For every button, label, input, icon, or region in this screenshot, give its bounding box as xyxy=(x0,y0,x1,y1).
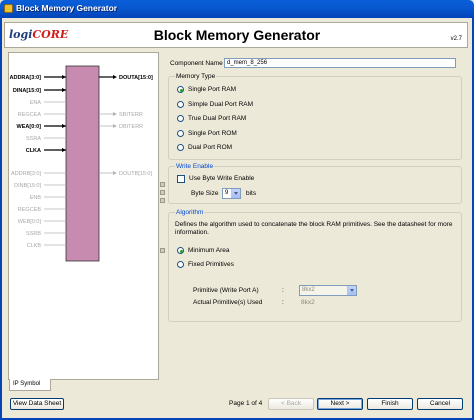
pin-arrow xyxy=(113,171,117,175)
pin-label: WEB[0:0] xyxy=(18,219,42,225)
radio-label[interactable]: Simple Dual Port RAM xyxy=(188,101,253,108)
pin-label: REGCEB xyxy=(18,207,42,213)
radio-dual-port-rom[interactable] xyxy=(177,144,184,151)
next-button[interactable]: Next > xyxy=(317,398,363,410)
radio-minimum-area[interactable] xyxy=(177,247,184,254)
write-enable-title: Write Enable xyxy=(175,163,215,170)
radio-single-port-ram[interactable] xyxy=(177,86,184,93)
radio-label[interactable]: Fixed Primitives xyxy=(188,261,234,268)
radio-label[interactable]: True Dual Port RAM xyxy=(188,115,246,122)
pin-label: ENB xyxy=(30,195,42,201)
pin-label: ADDRB[3:0] xyxy=(11,171,41,177)
pin-label: DINA[15:0] xyxy=(13,88,41,94)
colon-text: : xyxy=(282,299,284,306)
colon-text: : xyxy=(282,287,284,294)
component-name-input[interactable]: d_mem_8_256 xyxy=(224,58,456,68)
footer-bar: View Data Sheet Page 1 of 4 < Back Next … xyxy=(4,398,470,412)
component-name-label: Component Name xyxy=(170,60,223,67)
pin-arrow xyxy=(62,148,66,152)
back-button[interactable]: < Back xyxy=(268,398,314,410)
pin-label: SSRA xyxy=(26,136,41,142)
page-indicator: Page 1 of 4 xyxy=(229,400,263,407)
view-data-sheet-button[interactable]: View Data Sheet xyxy=(10,398,64,410)
pin-label: DBITERR xyxy=(119,124,143,130)
algorithm-description: Defines the algorithm used to concatenat… xyxy=(175,221,453,236)
pin-label: DOUTA[15:0] xyxy=(119,75,153,81)
pin-arrow xyxy=(113,75,117,79)
radio-label[interactable]: Single Port ROM xyxy=(188,130,237,137)
title-bar: Block Memory Generator xyxy=(0,0,474,18)
pin-arrow xyxy=(62,124,66,128)
radio-single-port-rom[interactable] xyxy=(177,129,184,137)
version-label: v2.7 xyxy=(450,36,462,42)
memory-type-title: Memory Type xyxy=(175,73,217,80)
byte-size-value: 9 xyxy=(225,190,229,196)
splitter-grip[interactable] xyxy=(160,182,165,187)
splitter-grip[interactable] xyxy=(160,248,165,253)
byte-size-label: Byte Size xyxy=(191,190,219,197)
finish-button[interactable]: Finish xyxy=(367,398,413,410)
bits-label: bits xyxy=(246,190,257,197)
actual-primitive-label: Actual Primitive(s) Used xyxy=(193,299,263,306)
page-title: Block Memory Generator xyxy=(153,27,321,43)
primitive-select[interactable]: 8kx2 xyxy=(299,285,357,296)
ip-symbol-pane: ADDRA[3:0] DINA[15:0] ENA REGCEA WEA[0:0] SSR… xyxy=(8,52,159,380)
radio-true-dual-port-ram[interactable] xyxy=(177,115,184,122)
radio-label[interactable]: Minimum Area xyxy=(188,247,230,254)
pin-label: SSRB xyxy=(26,231,41,237)
primitive-label: Primitive (Write Port A) xyxy=(193,287,259,294)
byte-write-checkbox[interactable] xyxy=(177,175,185,183)
primitive-value: 8kx2 xyxy=(302,287,315,293)
memory-block xyxy=(65,65,100,262)
pin-arrow xyxy=(113,112,117,116)
window-title: Block Memory Generator xyxy=(16,3,118,13)
write-enable-group: Write Enable Use Byte Write Enable Byte … xyxy=(168,163,462,204)
cancel-button[interactable]: Cancel xyxy=(417,398,463,410)
radio-label[interactable]: Dual Port ROM xyxy=(188,144,232,151)
chevron-down-icon[interactable] xyxy=(347,286,356,295)
pin-label: SBITERR xyxy=(119,112,143,118)
algorithm-group: Algorithm Defines the algorithm used to … xyxy=(168,209,462,322)
pin-label: WEA[0:0] xyxy=(17,124,42,130)
header-banner: logiCORE Block Memory Generator v2.7 xyxy=(4,22,468,48)
ip-symbol-diagram: ADDRA[3:0] DINA[15:0] ENA REGCEA WEA[0:0] SSR… xyxy=(10,65,153,262)
pin-label: REGCEA xyxy=(18,112,42,118)
pane-splitter[interactable] xyxy=(160,52,166,380)
radio-simple-dual-port-ram[interactable] xyxy=(177,100,184,108)
pin-arrow xyxy=(62,75,66,79)
pin-label: DINB[15:0] xyxy=(14,183,41,189)
splitter-grip[interactable] xyxy=(160,198,165,203)
radio-fixed-primitives[interactable] xyxy=(177,261,184,268)
radio-label[interactable]: Single Port RAM xyxy=(188,86,236,93)
byte-size-select[interactable]: 9 xyxy=(222,188,241,199)
memory-type-group: Memory Type Single Port RAM Simple Dual P… xyxy=(168,73,462,160)
pin-arrow xyxy=(62,88,66,92)
actual-primitive-value: 8kx2 xyxy=(301,299,315,306)
pin-label: ENA xyxy=(30,100,42,106)
pin-label: CLKA xyxy=(26,148,41,154)
algorithm-title: Algorithm xyxy=(175,209,205,216)
pin-label: ADDRA[3:0] xyxy=(10,75,42,81)
chevron-down-icon[interactable] xyxy=(231,189,240,198)
settings-panel: Component Name d_mem_8_256 Memory Type S… xyxy=(168,52,464,398)
byte-write-label: Use Byte Write Enable xyxy=(189,175,255,182)
pin-label: CLKB xyxy=(27,243,42,249)
pin-label: DOUTB[15:0] xyxy=(119,171,152,177)
tab-ip-symbol[interactable]: IP Symbol xyxy=(9,379,51,391)
pin-arrow xyxy=(113,124,117,128)
app-icon xyxy=(4,4,13,13)
splitter-grip[interactable] xyxy=(160,190,165,195)
